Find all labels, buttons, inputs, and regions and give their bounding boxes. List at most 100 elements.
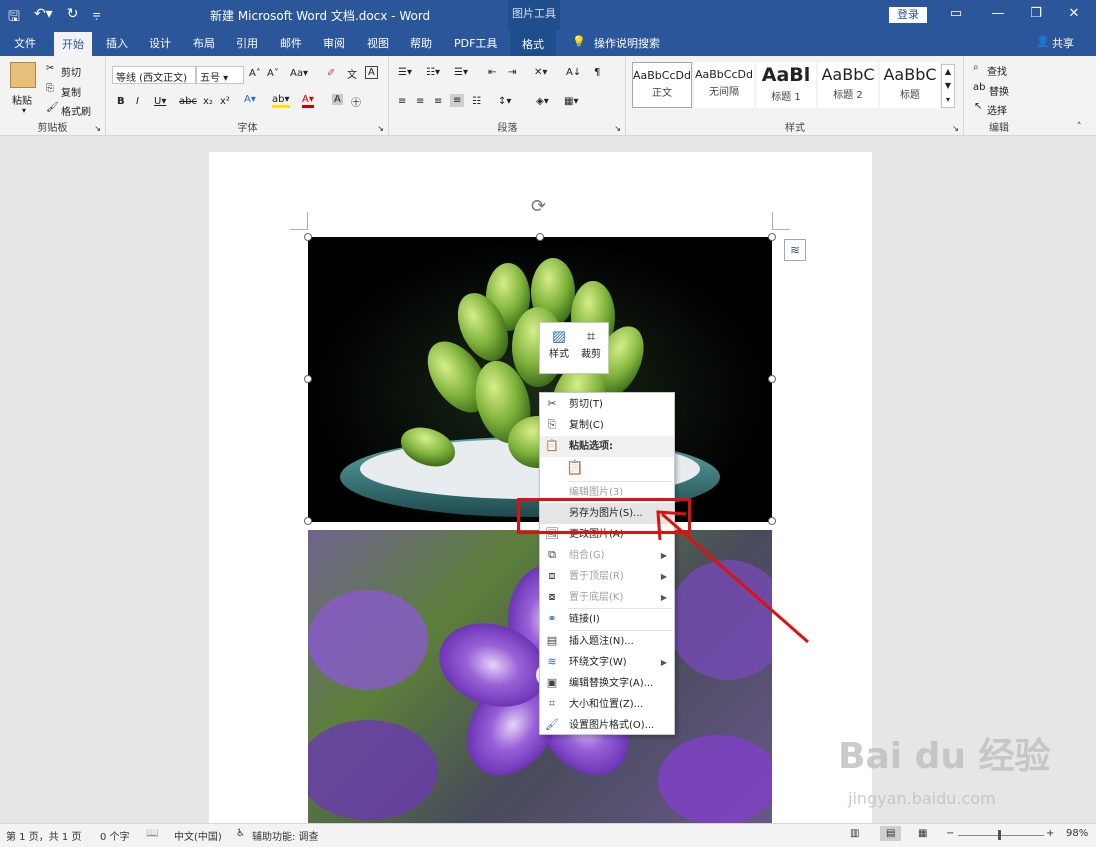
bold-icon[interactable]: B: [117, 96, 125, 107]
enclose-char-icon[interactable]: ㊉: [351, 94, 361, 109]
undo-icon[interactable]: ↶▾: [34, 6, 53, 30]
phonetic-guide-icon[interactable]: 文: [347, 66, 357, 81]
font-launcher-icon[interactable]: ↘: [377, 124, 384, 133]
tab-mailings[interactable]: 邮件: [280, 35, 302, 51]
sort-icon[interactable]: A↓: [566, 67, 581, 78]
distributed-icon[interactable]: ☷: [472, 96, 481, 107]
format-painter-button[interactable]: 格式刷: [61, 103, 91, 118]
mini-crop-button[interactable]: ⌗ 裁剪: [576, 327, 606, 360]
font-size-combo[interactable]: 五号 ▾: [196, 66, 244, 84]
tab-file[interactable]: 文件: [14, 35, 36, 51]
menu-item-edit-alt-text[interactable]: ▣ 编辑替换文字(A)...: [540, 673, 674, 694]
change-case-icon[interactable]: Aa▾: [290, 68, 308, 79]
language-status[interactable]: 中文(中国): [174, 828, 222, 843]
resize-handle[interactable]: [536, 233, 544, 241]
clipboard-launcher-icon[interactable]: ↘: [94, 124, 101, 133]
redo-icon[interactable]: ↻: [67, 6, 79, 30]
tab-layout[interactable]: 布局: [193, 35, 215, 51]
asian-layout-icon[interactable]: ✕▾: [534, 67, 547, 78]
word-count[interactable]: 0 个字: [100, 828, 130, 843]
tab-design[interactable]: 设计: [149, 35, 171, 51]
underline-icon[interactable]: U▾: [154, 96, 166, 107]
text-effects-icon[interactable]: A▾: [244, 94, 256, 105]
tab-pdf-tools[interactable]: PDF工具: [454, 35, 497, 51]
show-marks-icon[interactable]: ¶: [594, 67, 600, 78]
zoom-slider-thumb[interactable]: [998, 830, 1001, 840]
read-mode-icon[interactable]: ▥: [850, 828, 859, 839]
subscript-icon[interactable]: x₂: [203, 96, 213, 107]
font-color-icon[interactable]: A▾: [302, 94, 314, 108]
menu-item-paste-keep[interactable]: 📋: [540, 457, 674, 481]
rotate-handle-icon[interactable]: ⟳: [531, 196, 546, 217]
style-title[interactable]: AaBbC 标题: [880, 62, 940, 108]
page-count[interactable]: 第 1 页，共 1 页: [6, 828, 81, 843]
line-spacing-icon[interactable]: ↕▾: [498, 96, 511, 107]
replace-button[interactable]: 替换: [989, 83, 1009, 98]
login-button[interactable]: 登录: [889, 7, 927, 23]
paste-icon[interactable]: [10, 62, 36, 88]
tab-review[interactable]: 审阅: [323, 35, 345, 51]
style-heading1[interactable]: AaBl 标题 1: [756, 62, 816, 108]
zoom-slider[interactable]: [958, 835, 1044, 836]
print-layout-icon[interactable]: ▤: [880, 826, 902, 841]
cut-button[interactable]: 剪切: [61, 64, 81, 79]
select-button[interactable]: 选择: [987, 102, 1007, 117]
char-border-icon[interactable]: A: [365, 66, 378, 79]
paste-dropdown-icon[interactable]: ▾: [22, 106, 26, 115]
strikethrough-icon[interactable]: abc: [179, 96, 197, 107]
italic-icon[interactable]: I: [136, 96, 139, 107]
borders-icon[interactable]: ▦▾: [564, 96, 578, 107]
align-right-icon[interactable]: ≡: [434, 96, 442, 107]
shading-icon[interactable]: ◈▾: [536, 96, 549, 107]
ribbon-display-options-icon[interactable]: ▭: [946, 6, 966, 21]
tab-format[interactable]: 格式: [510, 30, 556, 56]
tab-help[interactable]: 帮助: [410, 35, 432, 51]
save-icon[interactable]: 🖫: [8, 6, 20, 30]
tab-references[interactable]: 引用: [236, 35, 258, 51]
menu-item-copy[interactable]: ⎘ 复制(C): [540, 415, 674, 436]
align-left-icon[interactable]: ≡: [398, 96, 406, 107]
restore-icon[interactable]: ❐: [1026, 6, 1046, 21]
resize-handle[interactable]: [304, 517, 312, 525]
align-center-icon[interactable]: ≡: [416, 96, 424, 107]
tab-view[interactable]: 视图: [367, 35, 389, 51]
proofing-icon[interactable]: 📖: [146, 828, 158, 839]
superscript-icon[interactable]: x²: [220, 96, 230, 107]
increase-indent-icon[interactable]: ⇥: [508, 67, 516, 78]
copy-button[interactable]: 复制: [61, 84, 81, 99]
layout-options-icon[interactable]: ≋: [784, 239, 806, 261]
find-button[interactable]: 查找: [987, 63, 1007, 78]
grow-font-icon[interactable]: A˄: [249, 68, 261, 79]
menu-item-cut[interactable]: ✂ 剪切(T): [540, 394, 674, 415]
styles-launcher-icon[interactable]: ↘: [952, 124, 959, 133]
numbering-icon[interactable]: ☷▾: [426, 67, 440, 78]
menu-item-size-position[interactable]: ⌗ 大小和位置(Z)...: [540, 694, 674, 715]
justify-icon[interactable]: ≡: [450, 94, 465, 107]
styles-scroll-icon[interactable]: ▲ ▼ ▾: [941, 64, 955, 108]
style-no-spacing[interactable]: AaBbCcDd 无间隔: [694, 62, 754, 108]
accessibility-status[interactable]: 辅助功能: 调查: [252, 828, 319, 843]
tab-home[interactable]: 开始: [54, 32, 92, 56]
share-button[interactable]: 共享: [1052, 35, 1074, 51]
char-shading-icon[interactable]: A: [332, 94, 343, 105]
menu-item-wrap-text[interactable]: ≋ 环绕文字(W) ▶: [540, 652, 674, 673]
decrease-indent-icon[interactable]: ⇤: [488, 67, 496, 78]
bullets-icon[interactable]: ☰▾: [398, 67, 412, 78]
tell-me-search[interactable]: 操作说明搜索: [594, 35, 660, 51]
zoom-level[interactable]: 98%: [1066, 828, 1088, 839]
zoom-out-icon[interactable]: −: [946, 828, 954, 839]
web-layout-icon[interactable]: ▦: [918, 828, 927, 839]
paste-button[interactable]: 粘贴: [12, 92, 32, 107]
style-heading2[interactable]: AaBbC 标题 2: [818, 62, 878, 108]
minimize-icon[interactable]: —: [988, 6, 1008, 21]
resize-handle[interactable]: [304, 233, 312, 241]
collapse-ribbon-icon[interactable]: ˄: [1077, 122, 1082, 132]
clear-format-icon[interactable]: ✐: [327, 68, 335, 79]
resize-handle[interactable]: [768, 375, 776, 383]
tab-insert[interactable]: 插入: [106, 35, 128, 51]
close-icon[interactable]: ✕: [1064, 6, 1084, 21]
menu-item-format-picture[interactable]: 🖌 设置图片格式(O)...: [540, 715, 674, 736]
resize-handle[interactable]: [768, 233, 776, 241]
highlight-icon[interactable]: ab▾: [272, 94, 290, 108]
customize-qa-icon[interactable]: ⩦: [92, 6, 100, 30]
